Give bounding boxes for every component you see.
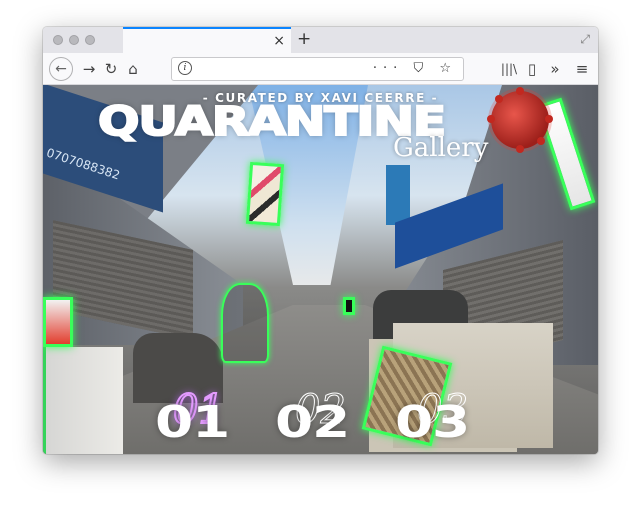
active-tab[interactable]: × (123, 27, 291, 53)
artwork-1[interactable] (245, 161, 285, 227)
site-info-icon[interactable]: i (178, 61, 192, 75)
artwork-4[interactable] (343, 297, 355, 315)
back-button[interactable]: ← (49, 57, 73, 81)
boxes-left (43, 347, 123, 454)
room-1-link[interactable]: 01 (155, 397, 230, 448)
artwork-5[interactable] (43, 297, 73, 347)
room-2-link[interactable]: 02 (275, 397, 350, 448)
shop-sign-vertical (386, 165, 410, 225)
gallery-subtitle: Gallery (393, 133, 489, 163)
forward-button[interactable]: → (79, 53, 99, 85)
gallery-viewport[interactable]: 0707088382 - CURATED BY XAVI CEERRE - QU… (43, 85, 598, 454)
url-actions[interactable]: ··· ⛉ ☆ (373, 58, 457, 80)
browser-window: × + ⤢ ← → ↻ ⌂ i ··· ⛉ ☆ |||\ ▯ » ≡ 07070… (43, 27, 598, 454)
sidebar-button[interactable]: ▯ (521, 53, 543, 85)
library-button[interactable]: |||\ (498, 53, 520, 85)
new-tab-button[interactable]: + (297, 29, 311, 49)
overflow-button[interactable]: » (544, 53, 566, 85)
tab-close-icon[interactable]: × (273, 32, 285, 50)
nav-bar: ← → ↻ ⌂ i ··· ⛉ ☆ |||\ ▯ » ≡ (43, 53, 598, 85)
reload-button[interactable]: ↻ (101, 53, 121, 85)
menu-button[interactable]: ≡ (571, 53, 593, 85)
sculpture-artwork[interactable] (221, 283, 269, 363)
resize-icon[interactable]: ⤢ (580, 32, 590, 47)
close-window-button[interactable] (53, 35, 63, 45)
home-button[interactable]: ⌂ (123, 53, 143, 85)
zoom-window-button[interactable] (85, 35, 95, 45)
minimize-window-button[interactable] (69, 35, 79, 45)
url-bar[interactable]: i ··· ⛉ ☆ (171, 57, 464, 81)
room-3-link[interactable]: 03 (395, 397, 470, 448)
tab-bar: × + ⤢ (43, 27, 598, 53)
